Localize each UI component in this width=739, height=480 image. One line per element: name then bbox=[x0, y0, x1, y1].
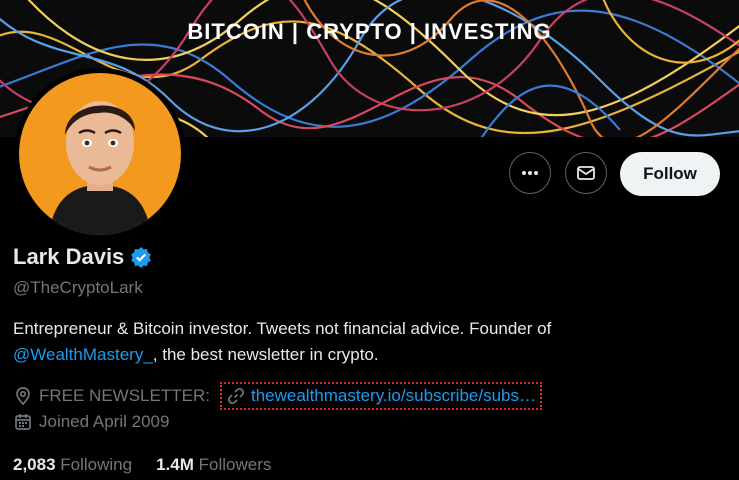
profile-joined-date: Joined April 2009 bbox=[39, 412, 170, 431]
profile-name: Lark Davis bbox=[13, 244, 125, 269]
bio-mention-link[interactable]: @WealthMastery_ bbox=[13, 345, 153, 364]
bio-text-tail: , the best newsletter in crypto. bbox=[152, 345, 379, 364]
more-options-button[interactable] bbox=[509, 152, 551, 194]
profile-location: FREE NEWSLETTER: bbox=[39, 386, 210, 405]
person-portrait-icon bbox=[49, 101, 151, 235]
location-pin-icon bbox=[16, 387, 30, 406]
profile-website-link[interactable]: thewealthmastery.io/subscribe/subs… bbox=[219, 382, 543, 410]
calendar-icon bbox=[15, 414, 31, 430]
link-icon bbox=[227, 387, 245, 405]
ellipsis-icon bbox=[522, 171, 538, 175]
message-button[interactable] bbox=[565, 152, 607, 194]
following-link[interactable]: 2,083 Following bbox=[13, 455, 132, 475]
following-label: Following bbox=[60, 455, 133, 474]
bio-text: Entrepreneur & Bitcoin investor. Tweets … bbox=[13, 319, 552, 338]
following-count: 2,083 bbox=[13, 455, 56, 474]
follow-button[interactable]: Follow bbox=[620, 152, 720, 196]
verified-badge-icon[interactable] bbox=[130, 246, 152, 268]
followers-count: 1.4M bbox=[156, 455, 194, 474]
profile-stats: 2,083 Following 1.4M Followers bbox=[13, 455, 271, 475]
banner-title: BITCOIN | CRYPTO | INVESTING bbox=[187, 19, 552, 44]
profile-handle: @TheCryptoLark bbox=[13, 278, 143, 297]
profile-name-row: Lark Davis bbox=[13, 244, 152, 270]
followers-label: Followers bbox=[198, 455, 272, 474]
profile-location-row: FREE NEWSLETTER: thewealthmastery.io/sub… bbox=[13, 382, 543, 410]
avatar-photo bbox=[19, 73, 181, 235]
envelope-icon bbox=[577, 166, 595, 180]
profile-joined-row: Joined April 2009 bbox=[13, 412, 169, 432]
followers-link[interactable]: 1.4M Followers bbox=[156, 455, 271, 475]
profile-bio: Entrepreneur & Bitcoin investor. Tweets … bbox=[13, 316, 725, 368]
avatar[interactable] bbox=[14, 68, 186, 240]
profile-website-url: thewealthmastery.io/subscribe/subs… bbox=[250, 386, 537, 405]
